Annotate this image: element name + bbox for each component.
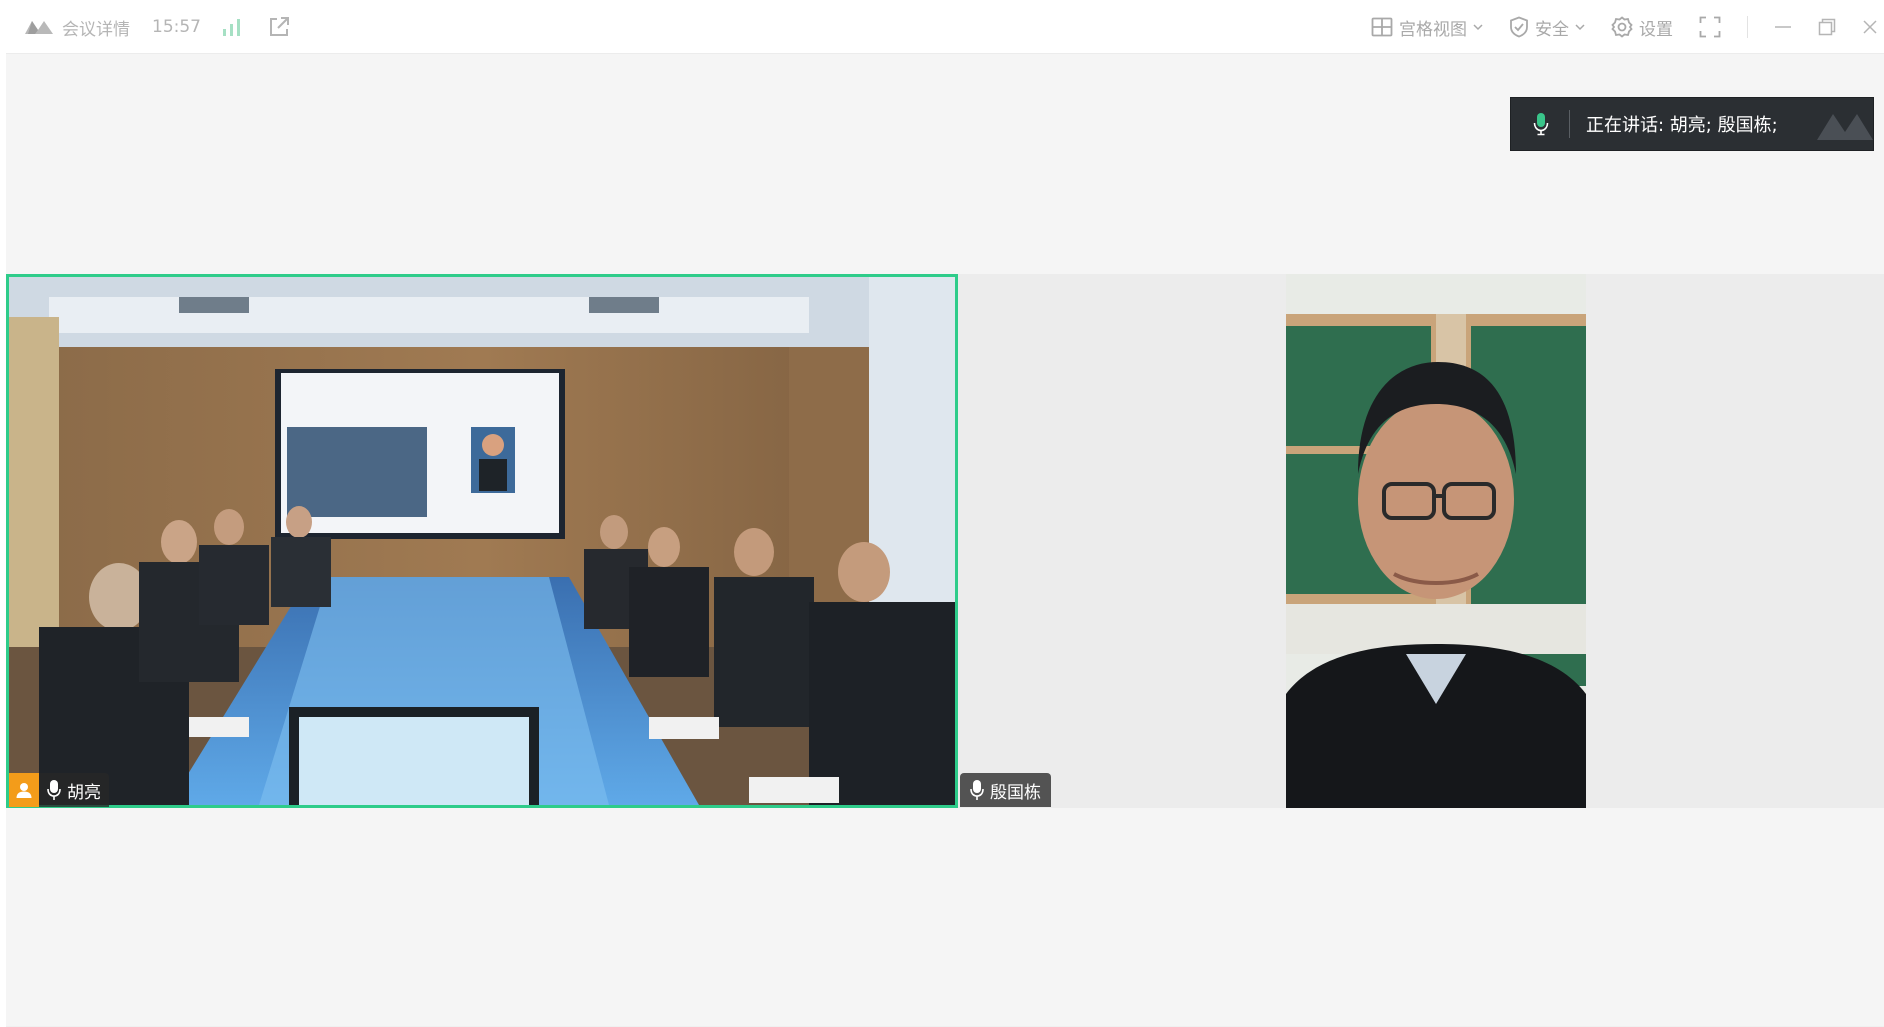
video-tile-participant[interactable]	[1286, 274, 1586, 808]
restore-icon	[1818, 18, 1836, 36]
share-icon	[270, 17, 289, 36]
host-badge	[9, 773, 39, 807]
title-bar-separator	[1747, 16, 1748, 38]
security-label: 安全	[1535, 19, 1569, 40]
minimize-button[interactable]	[1774, 18, 1792, 36]
grid-icon	[1371, 17, 1393, 37]
mic-icon	[1533, 113, 1549, 136]
security-button[interactable]: 安全	[1509, 15, 1585, 40]
grid-view-label: 宫格视图	[1399, 19, 1467, 40]
network-signal-button[interactable]	[221, 17, 243, 37]
shield-icon	[1510, 16, 1528, 38]
app-logo-icon	[25, 21, 53, 34]
minimize-icon	[1775, 26, 1791, 28]
speaking-banner: 正在讲话: 胡亮; 殷国栋;	[1510, 97, 1874, 151]
participant-video	[1286, 274, 1586, 808]
restore-button[interactable]	[1818, 18, 1836, 36]
title-bar: 会议详情 15:57 宫格视图 安全 设置	[6, 0, 1884, 54]
meeting-time: 15:57	[152, 17, 201, 37]
speaking-text: 正在讲话: 胡亮; 殷国栋;	[1586, 115, 1778, 136]
participant-nametag: 殷国栋	[960, 773, 1051, 807]
meeting-info-label: 会议详情	[62, 19, 130, 40]
settings-label: 设置	[1639, 19, 1673, 40]
share-button[interactable]	[267, 15, 291, 39]
mic-icon	[47, 780, 61, 800]
meeting-clock: 15:57	[152, 17, 201, 37]
settings-button[interactable]: 设置	[1611, 15, 1673, 40]
conference-room-video	[9, 277, 955, 805]
banner-divider	[1569, 110, 1570, 138]
gear-icon	[1611, 16, 1633, 38]
close-icon	[1863, 20, 1877, 34]
video-tile-active-speaker[interactable]	[6, 274, 958, 808]
fullscreen-icon	[1699, 16, 1721, 38]
meeting-info-button[interactable]: 会议详情	[24, 15, 130, 40]
participant-name: 殷国栋	[990, 782, 1041, 803]
participant-nametag: 胡亮	[9, 773, 109, 807]
close-button[interactable]	[1862, 19, 1878, 35]
title-bar-right: 宫格视图 安全 设置	[1371, 0, 1884, 54]
grid-view-button[interactable]: 宫格视图	[1371, 15, 1483, 40]
chevron-down-icon	[1473, 24, 1483, 31]
participant-name: 胡亮	[67, 782, 101, 803]
mic-icon	[970, 780, 984, 800]
fullscreen-button[interactable]	[1699, 16, 1721, 38]
user-icon	[16, 783, 32, 798]
chevron-down-icon	[1575, 24, 1585, 31]
signal-icon	[223, 19, 240, 36]
watermark-logo-icon	[1817, 114, 1873, 140]
title-bar-left: 会议详情 15:57	[24, 0, 291, 54]
